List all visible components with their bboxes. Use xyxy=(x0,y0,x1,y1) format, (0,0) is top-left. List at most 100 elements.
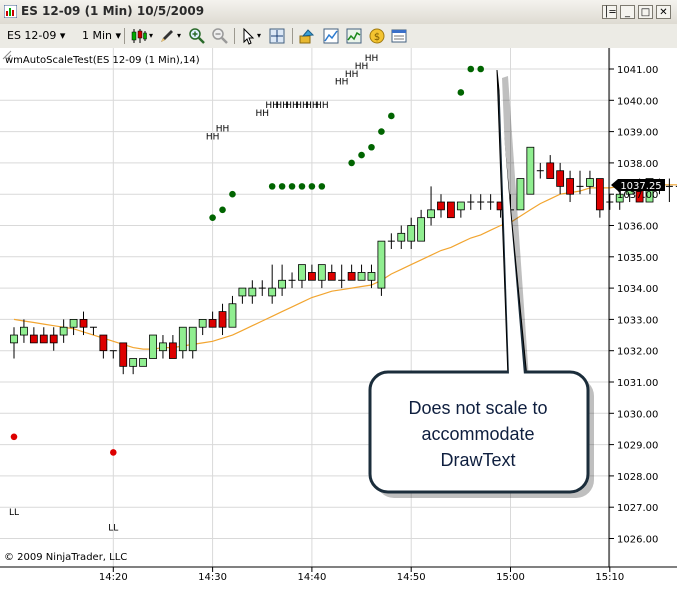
y-tick-label: 1028.00 xyxy=(617,472,658,483)
chart-toolbar: ES 12-09 ▾ 1 Min ▾ ▾ ▾ ▾ $ xyxy=(0,24,677,49)
candle-body xyxy=(427,209,435,219)
candle-body xyxy=(397,232,406,242)
hh-label: HH xyxy=(365,54,379,64)
candle-body xyxy=(159,342,167,352)
green-dot-marker xyxy=(219,206,226,214)
green-dot-marker xyxy=(368,143,375,151)
x-tick-label: 15:10 xyxy=(595,572,624,583)
ll-label: LL xyxy=(9,508,19,518)
maximize-button[interactable]: □ xyxy=(638,5,653,19)
green-dot-marker xyxy=(298,183,306,190)
green-dot-marker xyxy=(457,89,465,96)
draw-dropdown-icon[interactable]: ▾ xyxy=(177,27,181,45)
candle-body xyxy=(586,178,594,187)
candle-body xyxy=(238,287,247,297)
resize-grip-icon[interactable] xyxy=(0,48,12,60)
candle-body xyxy=(218,311,227,328)
green-dot-marker xyxy=(278,183,286,190)
candle-body xyxy=(168,342,177,359)
interval-selector[interactable]: 1 Min ▾ xyxy=(82,27,121,45)
instrument-selector[interactable]: ES 12-09 ▾ xyxy=(7,27,65,45)
data-series-icon[interactable] xyxy=(345,27,363,45)
candle-body xyxy=(367,272,376,281)
green-dot-marker xyxy=(348,159,355,167)
draw-pencil-icon[interactable] xyxy=(158,27,176,45)
candle-body xyxy=(268,287,277,297)
copyright-label: © 2009 NinjaTrader, LLC xyxy=(4,552,127,563)
chart-style-icon[interactable] xyxy=(130,27,148,45)
candle-body xyxy=(79,318,88,328)
y-tick-label: 1038.00 xyxy=(617,159,658,170)
green-dot-marker xyxy=(229,190,236,198)
candle-body xyxy=(129,358,138,367)
candle-body xyxy=(278,279,287,289)
ll-label: LL xyxy=(108,524,118,534)
minimize-button[interactable]: _ xyxy=(620,5,635,19)
y-tick-label: 1031.00 xyxy=(617,378,658,389)
chart-panel[interactable]: HH HH HH HH HH HH HH HH HH HH HH HH HH LL LL 1041.00 10… xyxy=(0,48,677,615)
green-dot-marker xyxy=(268,183,276,190)
y-tick-label: 1029.00 xyxy=(617,441,658,452)
red-dot-marker xyxy=(110,449,117,456)
candle-body xyxy=(456,201,465,211)
last-price-label: 1037.25 xyxy=(620,181,661,192)
y-tick-label: 1026.00 xyxy=(617,535,658,546)
candle-body xyxy=(69,318,78,328)
y-tick-label: 1039.00 xyxy=(617,128,658,139)
chart-style-dropdown-icon[interactable]: ▾ xyxy=(149,27,153,45)
candle-body xyxy=(39,334,48,344)
x-tick-label: 15:00 xyxy=(496,572,525,583)
tile-window-button[interactable]: │═ xyxy=(602,5,617,19)
candle xyxy=(447,201,455,219)
x-tick-label: 14:50 xyxy=(397,572,426,583)
zoom-out-icon[interactable] xyxy=(211,27,229,45)
green-dot-marker xyxy=(318,183,326,190)
candle-body xyxy=(20,326,28,336)
indicator-label: wmAutoScaleTest(ES 12-09 (1 Min),14) xyxy=(5,55,200,66)
window-title: ES 12-09 (1 Min) 10/5/2009 xyxy=(21,4,205,18)
candle-body xyxy=(208,318,217,328)
candle-body xyxy=(99,334,108,352)
candle-body xyxy=(526,146,535,195)
candle-body xyxy=(49,334,58,344)
green-dot-marker xyxy=(209,214,216,221)
svg-text:$: $ xyxy=(374,32,380,43)
candle-body xyxy=(29,334,38,344)
toolbar-divider xyxy=(124,28,125,44)
callout-line-3: DrawText xyxy=(440,450,515,470)
price-chart[interactable]: HHHHHHHHHHHHHHHHHHHHHHHHHHLLLL 1041.0010… xyxy=(0,48,677,615)
green-dot-marker xyxy=(358,151,365,159)
x-tick-label: 14:20 xyxy=(99,572,128,583)
cursor-dropdown-icon[interactable]: ▾ xyxy=(257,27,261,45)
crosshair-icon[interactable] xyxy=(268,27,286,45)
candle-body xyxy=(516,178,525,211)
y-tick-label: 1040.00 xyxy=(617,96,658,107)
chart-app-icon xyxy=(4,5,17,18)
candle-body xyxy=(149,334,157,359)
green-dot-marker xyxy=(378,128,385,135)
y-tick-label: 1034.00 xyxy=(617,284,658,295)
candle xyxy=(149,334,157,359)
candle-body xyxy=(119,342,128,367)
hh-label: HH xyxy=(315,101,329,111)
candle-body xyxy=(347,272,356,281)
y-tick-label: 1032.00 xyxy=(617,347,658,358)
candle-body xyxy=(377,240,386,289)
currency-icon[interactable]: $ xyxy=(368,27,386,45)
candle-body xyxy=(178,326,187,352)
zoom-in-icon[interactable] xyxy=(188,27,206,45)
close-button[interactable]: ✕ xyxy=(656,5,671,19)
strategies-icon[interactable] xyxy=(322,27,340,45)
candle xyxy=(516,178,525,211)
green-dot-marker xyxy=(308,183,316,190)
cursor-icon[interactable] xyxy=(240,27,258,45)
indicators-icon[interactable] xyxy=(298,27,316,45)
chart-background xyxy=(0,48,677,615)
candle-body xyxy=(10,334,18,344)
data-box-icon[interactable] xyxy=(390,27,408,45)
candle-body xyxy=(407,225,416,242)
y-tick-label: 1041.00 xyxy=(617,65,658,76)
candle-body xyxy=(248,287,257,297)
y-tick-label: 1036.00 xyxy=(617,222,658,233)
y-tick-label: 1033.00 xyxy=(617,315,658,326)
